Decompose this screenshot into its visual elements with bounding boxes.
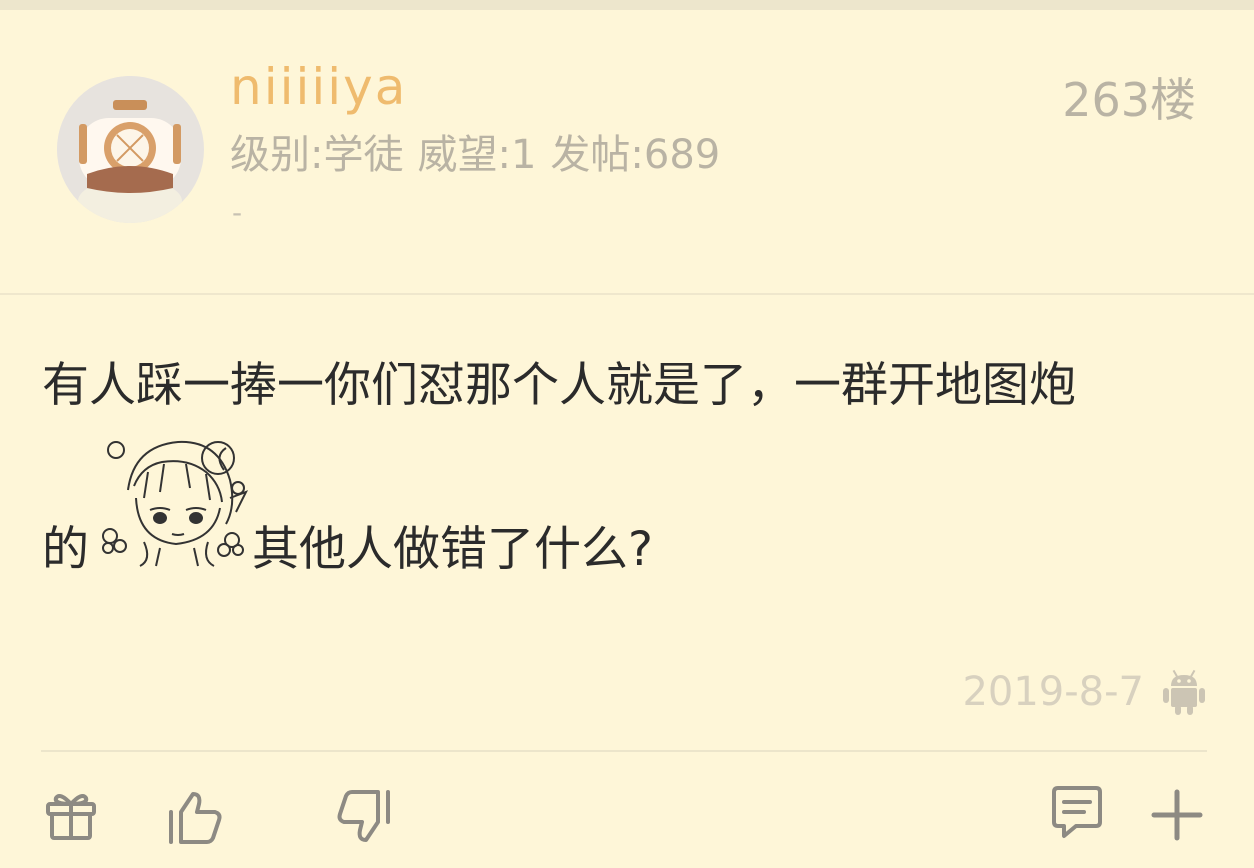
gift-icon[interactable] <box>42 786 100 844</box>
content-text-before-emoji: 的 <box>42 522 89 577</box>
floor-number: 263楼 <box>1062 73 1196 127</box>
avatar[interactable] <box>57 76 204 223</box>
user-info: 级别:学徒 威望:1 发帖:689 <box>230 122 734 180</box>
thumbs-down-icon[interactable] <box>336 788 394 846</box>
username[interactable]: niiiiiya <box>230 58 407 116</box>
footer-divider <box>41 750 1207 752</box>
user-signature: - <box>232 196 243 229</box>
post-meta: 2019-8-7 <box>962 668 1206 716</box>
user-post-count: 发帖:689 <box>550 132 721 178</box>
content-text-after-emoji: 其他人做错了什么? <box>252 522 653 577</box>
comment-icon[interactable] <box>1048 784 1106 842</box>
anime-girl-emoji-icon <box>102 440 249 567</box>
post-date: 2019-8-7 <box>962 669 1144 715</box>
user-level: 级别:学徒 <box>230 132 404 178</box>
thumbs-up-icon[interactable] <box>165 788 223 846</box>
header-divider <box>0 293 1254 295</box>
post-content-line-1: 有人踩一捧一你们怼那个人就是了，一群开地图炮 <box>42 358 1076 413</box>
user-prestige: 威望:1 <box>417 132 537 178</box>
post-content-line-2: 的 其他人做错了什么? <box>42 428 1212 573</box>
diver-helmet-icon <box>57 76 203 223</box>
plus-icon[interactable] <box>1148 786 1206 844</box>
top-separator <box>0 0 1254 10</box>
android-icon <box>1163 669 1205 715</box>
